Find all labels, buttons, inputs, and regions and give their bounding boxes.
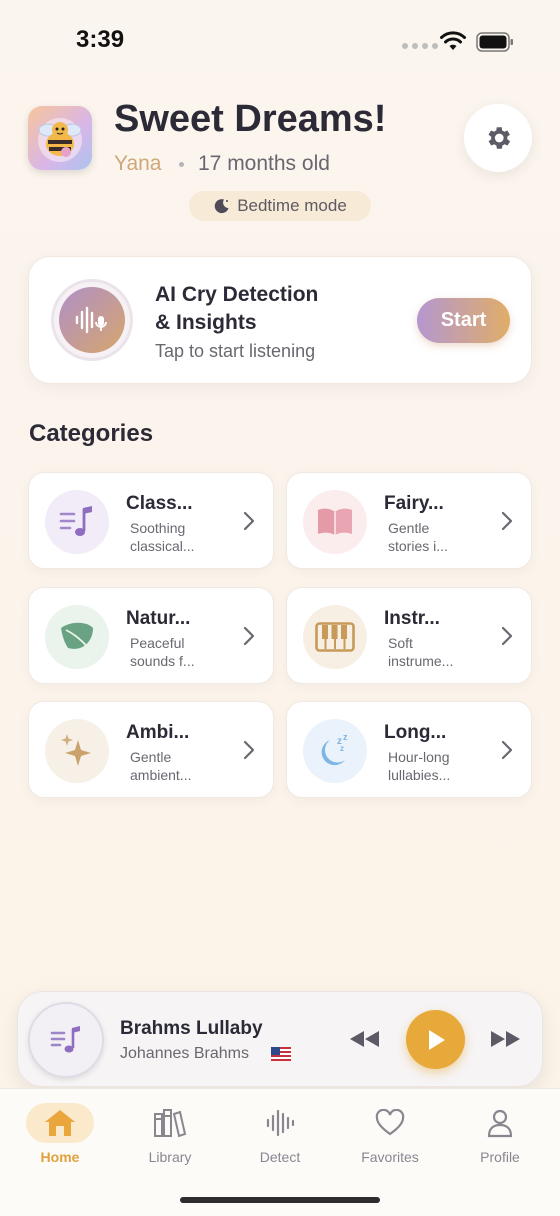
music-note-icon bbox=[45, 490, 109, 554]
ai-card-subtitle: Tap to start listening bbox=[155, 341, 316, 361]
settings-button[interactable] bbox=[464, 104, 532, 172]
leaf-icon bbox=[45, 605, 109, 669]
baby-age: 17 months old bbox=[198, 152, 330, 175]
battery-icon bbox=[476, 32, 513, 52]
svg-text:z: z bbox=[340, 744, 344, 753]
status-time: 3:39 bbox=[76, 26, 125, 53]
gear-icon bbox=[488, 127, 511, 149]
track-artist: Johannes Brahms bbox=[120, 1045, 249, 1062]
app-logo bbox=[28, 106, 92, 170]
category-description: Gentle stories i... bbox=[388, 520, 448, 554]
tab-library[interactable]: Library bbox=[120, 1103, 220, 1165]
category-description: Gentle ambient... bbox=[130, 749, 192, 783]
moon-icon bbox=[214, 199, 229, 214]
player-artwork bbox=[28, 1002, 104, 1078]
ai-cry-detection-card[interactable]: AI Cry Detection & Insights Tap to start… bbox=[28, 256, 532, 384]
category-title: Instr... bbox=[384, 608, 440, 629]
category-card[interactable]: Class... Soothing classical... bbox=[28, 472, 274, 569]
chevron-right-icon bbox=[501, 740, 513, 760]
ai-listen-orb[interactable] bbox=[51, 279, 133, 361]
waveform-icon bbox=[266, 1109, 295, 1137]
mini-player[interactable]: Brahms Lullaby Johannes Brahms bbox=[17, 991, 543, 1087]
person-icon bbox=[487, 1109, 513, 1138]
chevron-right-icon bbox=[501, 511, 513, 531]
bee-icon bbox=[38, 118, 82, 162]
chevron-right-icon bbox=[501, 626, 513, 646]
category-title: Ambi... bbox=[126, 722, 190, 743]
category-card[interactable]: z z z Long... Hour-long lullabies... bbox=[286, 701, 532, 798]
ai-card-title: AI Cry Detection & Insights bbox=[155, 283, 319, 334]
book-icon bbox=[303, 490, 367, 554]
tab-profile[interactable]: Profile bbox=[450, 1103, 550, 1165]
bedtime-label: Bedtime mode bbox=[237, 196, 347, 215]
home-indicator bbox=[180, 1197, 380, 1203]
category-card[interactable]: Instr... Soft instrume... bbox=[286, 587, 532, 684]
category-card[interactable]: Natur... Peaceful sounds f... bbox=[28, 587, 274, 684]
chevron-right-icon bbox=[243, 511, 255, 531]
chevron-right-icon bbox=[243, 626, 255, 646]
category-description: Soft instrume... bbox=[388, 635, 454, 669]
play-button[interactable] bbox=[406, 1010, 465, 1069]
separator-dot bbox=[179, 162, 184, 167]
us-flag-icon bbox=[271, 1047, 291, 1061]
bedtime-mode-toggle[interactable]: Bedtime mode bbox=[189, 191, 371, 221]
chevron-right-icon bbox=[243, 740, 255, 760]
heart-icon bbox=[375, 1109, 405, 1136]
category-title: Long... bbox=[384, 722, 447, 743]
start-button[interactable]: Start bbox=[417, 298, 510, 343]
play-icon bbox=[428, 1029, 445, 1050]
wifi-icon bbox=[440, 31, 466, 50]
sparkles-icon bbox=[45, 719, 109, 783]
section-title-categories: Categories bbox=[29, 420, 154, 447]
tab-home[interactable]: Home bbox=[10, 1103, 110, 1165]
track-title: Brahms Lullaby bbox=[120, 1018, 263, 1039]
fast-forward-icon[interactable] bbox=[488, 1028, 522, 1050]
signal-dots-icon bbox=[402, 43, 438, 49]
page-title: Sweet Dreams! bbox=[114, 98, 387, 140]
category-title: Class... bbox=[126, 493, 193, 514]
tab-detect[interactable]: Detect bbox=[230, 1103, 330, 1165]
category-description: Soothing classical... bbox=[130, 520, 195, 554]
tab-favorites[interactable]: Favorites bbox=[340, 1103, 440, 1165]
library-icon bbox=[154, 1109, 187, 1138]
svg-text:z: z bbox=[343, 732, 348, 742]
waveform-mic-icon bbox=[75, 306, 107, 334]
rewind-icon[interactable] bbox=[348, 1028, 382, 1050]
category-card[interactable]: Ambi... Gentle ambient... bbox=[28, 701, 274, 798]
category-description: Hour-long lullabies... bbox=[388, 749, 451, 783]
moon-zzz-icon: zzz bbox=[303, 719, 367, 783]
music-note-icon bbox=[50, 1026, 80, 1053]
category-title: Natur... bbox=[126, 608, 191, 629]
category-title: Fairy... bbox=[384, 493, 444, 514]
category-description: Peaceful sounds f... bbox=[130, 635, 195, 669]
home-icon bbox=[45, 1110, 75, 1136]
piano-icon bbox=[303, 605, 367, 669]
category-card[interactable]: Fairy... Gentle stories i... bbox=[286, 472, 532, 569]
baby-name: Yana bbox=[114, 152, 162, 175]
